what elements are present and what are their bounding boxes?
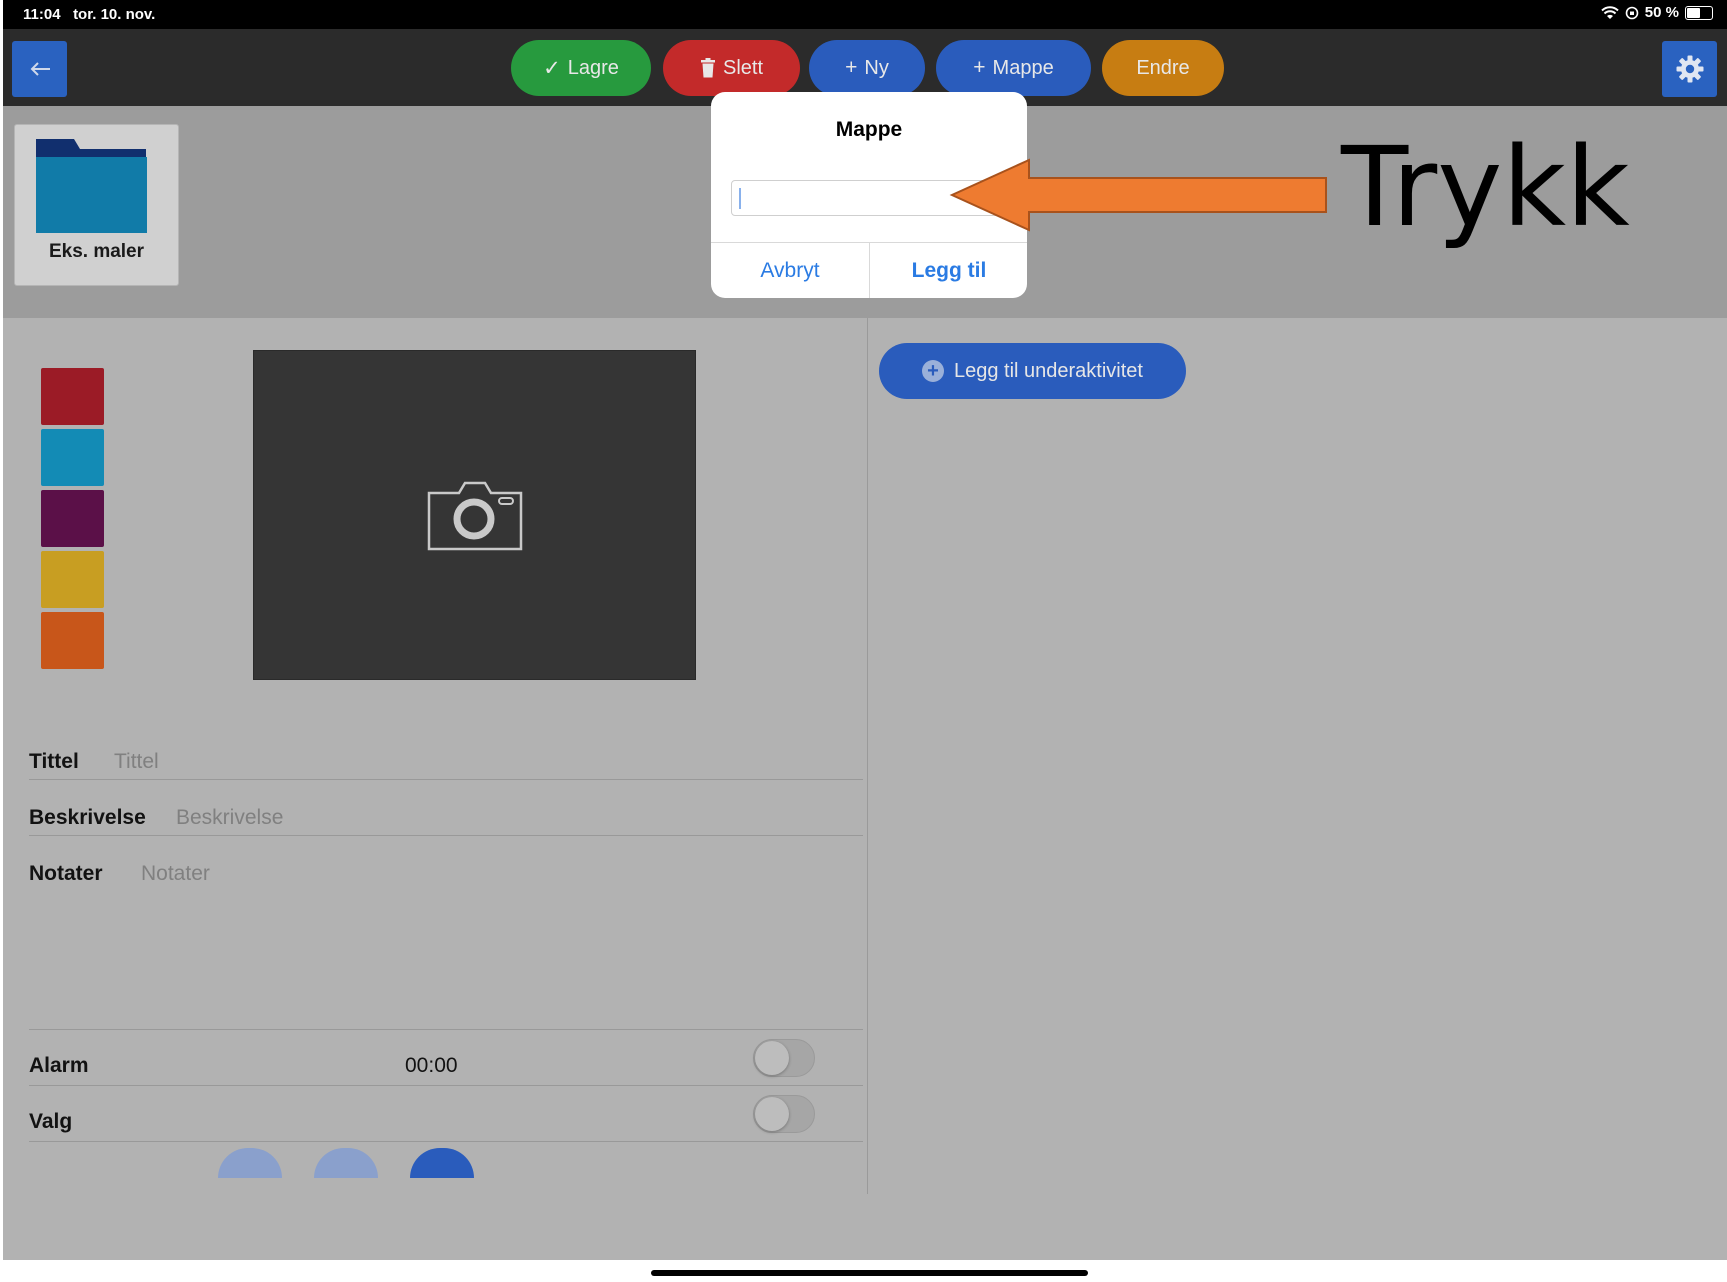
- toggle-knob: [755, 1041, 789, 1075]
- delete-button[interactable]: Slett: [663, 40, 800, 96]
- plus-icon: +: [973, 56, 986, 79]
- annotation-arrow-icon: [949, 158, 1327, 232]
- alarm-toggle[interactable]: [753, 1039, 815, 1077]
- text-caret: [739, 188, 741, 209]
- divider: [29, 779, 863, 780]
- toggle-knob: [755, 1097, 789, 1131]
- app-screen: 11:04 tor. 10. nov. 50 % ✓ Lagre Slett +…: [3, 0, 1727, 1282]
- status-time: 11:04 tor. 10. nov.: [23, 6, 155, 23]
- back-button[interactable]: [12, 41, 67, 97]
- folder-icon: [36, 139, 147, 233]
- home-indicator: [651, 1270, 1088, 1276]
- dialog-title: Mappe: [835, 118, 903, 141]
- status-date: tor. 10. nov.: [73, 6, 156, 23]
- choice-label: Valg: [29, 1110, 73, 1133]
- save-button[interactable]: ✓ Lagre: [511, 40, 651, 96]
- new-button[interactable]: + Ny: [809, 40, 925, 96]
- wifi-icon: [1601, 5, 1619, 19]
- description-input[interactable]: Beskrivelse: [176, 806, 283, 830]
- trash-icon: [700, 58, 715, 78]
- divider: [29, 1085, 863, 1086]
- delete-button-label: Slett: [722, 56, 764, 79]
- add-subactivity-label: Legg til underaktivitet: [953, 359, 1143, 382]
- folder-name: Eks. maler: [48, 241, 145, 262]
- alarm-time[interactable]: 00:00: [405, 1054, 458, 1078]
- notes-input[interactable]: Notater: [141, 862, 210, 886]
- status-bar: 11:04 tor. 10. nov. 50 %: [3, 0, 1727, 29]
- image-picker[interactable]: [253, 350, 696, 680]
- color-swatch-orange[interactable]: [41, 612, 104, 669]
- add-button[interactable]: Legg til: [870, 243, 1027, 298]
- checkmark-icon: ✓: [543, 56, 561, 80]
- divider: [29, 1029, 863, 1030]
- folder-button-label: Mappe: [992, 56, 1054, 79]
- color-swatch-red[interactable]: [41, 368, 104, 425]
- partial-button[interactable]: [218, 1148, 282, 1178]
- title-label: Tittel: [29, 750, 79, 773]
- color-swatch-blue[interactable]: [41, 429, 104, 486]
- settings-button[interactable]: [1662, 41, 1717, 97]
- choice-toggle[interactable]: [753, 1095, 815, 1133]
- new-button-label: Ny: [864, 56, 889, 79]
- camera-icon: [427, 481, 522, 551]
- battery-fill: [1687, 7, 1700, 18]
- description-field[interactable]: Beskrivelse Beskrivelse: [29, 790, 863, 846]
- divider: [29, 1141, 863, 1142]
- title-input[interactable]: Tittel: [114, 750, 159, 774]
- arrow-left-icon: [30, 62, 50, 76]
- plus-icon: +: [845, 56, 858, 79]
- gear-icon: [1676, 55, 1703, 83]
- add-subactivity-button[interactable]: + Legg til underaktivitet: [879, 343, 1186, 399]
- orientation-lock-icon: [1625, 6, 1639, 19]
- panel-divider: [867, 318, 868, 1194]
- notes-field[interactable]: Notater Notater: [29, 846, 863, 902]
- edit-button[interactable]: Endre: [1102, 40, 1224, 96]
- divider: [29, 835, 863, 836]
- partial-button[interactable]: [410, 1148, 474, 1178]
- battery-icon: [1685, 5, 1713, 20]
- edit-button-label: Endre: [1136, 56, 1190, 79]
- folder-button[interactable]: + Mappe: [936, 40, 1091, 96]
- partial-button[interactable]: [314, 1148, 378, 1178]
- title-field[interactable]: Tittel Tittel: [29, 734, 863, 790]
- color-swatch-yellow[interactable]: [41, 551, 104, 608]
- battery-percent: 50 %: [1644, 4, 1679, 21]
- status-indicators: 50 %: [1601, 4, 1713, 21]
- alarm-label: Alarm: [29, 1054, 89, 1077]
- description-label: Beskrivelse: [29, 806, 146, 829]
- cancel-button[interactable]: Avbryt: [711, 243, 869, 298]
- status-clock: 11:04: [23, 6, 61, 23]
- folder-item[interactable]: Eks. maler: [14, 124, 179, 286]
- annotation-text: Trykk: [1341, 123, 1630, 251]
- plus-circle-icon: +: [921, 360, 944, 382]
- color-swatch-purple[interactable]: [41, 490, 104, 547]
- save-button-label: Lagre: [567, 56, 619, 79]
- notes-label: Notater: [29, 862, 103, 885]
